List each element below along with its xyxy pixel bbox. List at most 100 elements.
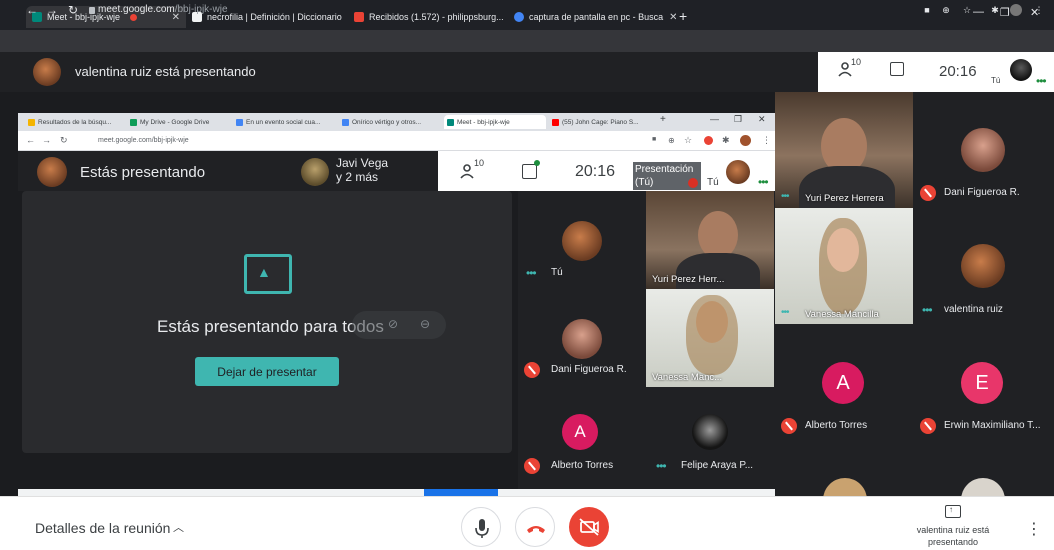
inner-presenter-avatar [37, 157, 67, 187]
inner-profile-icon[interactable] [740, 135, 751, 146]
participant-name: Alberto Torres [805, 420, 868, 431]
participant-avatar [562, 319, 602, 359]
inner-camera-icon[interactable]: ■ [652, 136, 656, 143]
inner-maximize-icon[interactable]: ❐ [734, 114, 742, 125]
inner-footer-button[interactable] [424, 489, 498, 496]
mute-icon[interactable]: ⊘ [388, 317, 398, 331]
meet-favicon-icon [447, 118, 454, 126]
inner-forward-icon[interactable]: → [42, 135, 51, 145]
inner-tab-label: Meet - bbj-ipjk-wje [457, 118, 510, 126]
inner-star-icon[interactable]: ☆ [684, 135, 692, 146]
participant-name: Vanessa Manc... [652, 372, 723, 383]
inner-chat-icon[interactable] [522, 164, 537, 179]
mic-off-icon [524, 458, 540, 474]
meeting-details-link[interactable]: Detalles de la reunión [35, 520, 170, 536]
inner-tab-label: My Drive - Google Drive [140, 118, 210, 126]
back-icon[interactable]: ← [26, 3, 38, 17]
inner-tab-youtube[interactable]: (55) John Cage: Piano S... [552, 115, 644, 129]
participant-video[interactable]: ••• Vanessa Mancilla [775, 208, 913, 324]
inner-self-avatar[interactable] [726, 160, 750, 184]
tab-search[interactable]: captura de pantalla en pc - Busca ✕ [508, 6, 676, 28]
inner-more-options-icon[interactable]: ••• [758, 175, 769, 189]
inner-tab-search[interactable]: Resultados de la búsqu... [28, 115, 124, 129]
presenter-status-label[interactable]: valentina ruiz está presentando [913, 524, 993, 548]
inner-kebab-icon[interactable]: ⋮ [762, 135, 771, 146]
inner-tab-label: Resultados de la búsqu... [38, 118, 112, 126]
participant-initial-avatar: E [961, 362, 1003, 404]
extensions-icon[interactable]: ✱ [990, 5, 1000, 15]
mic-off-icon [920, 418, 936, 434]
more-options-kebab-icon[interactable]: ⋮ [1026, 519, 1042, 539]
self-avatar[interactable] [1010, 59, 1032, 81]
inner-new-tab-icon[interactable]: + [660, 114, 666, 125]
close-tab-icon[interactable]: ✕ [663, 12, 676, 23]
presenting-message: Estás presentando para todos [157, 317, 384, 336]
minimize-icon[interactable]: — [973, 6, 984, 18]
camera-off-icon [579, 518, 599, 536]
tab-label: captura de pantalla en pc - Busca [529, 12, 664, 22]
participant-count: 10 [851, 57, 862, 67]
participant-name: Erwin Maximiliano T... [944, 420, 1041, 431]
chat-icon[interactable] [890, 62, 904, 76]
meeting-time: 20:16 [939, 63, 977, 80]
more-options-icon[interactable]: ••• [656, 459, 667, 473]
url-host: meet.google.com [98, 4, 175, 15]
inner-close-icon[interactable]: ✕ [758, 114, 766, 125]
more-options-icon[interactable]: ••• [781, 307, 789, 318]
mic-off-icon [524, 362, 540, 378]
reload-icon[interactable]: ↻ [68, 3, 78, 17]
inner-tab-drive[interactable]: My Drive - Google Drive [130, 115, 230, 129]
inner-participant-count: 10 [474, 158, 485, 168]
inner-bottom-strip [18, 489, 775, 496]
inner-extension-icon[interactable] [704, 136, 713, 145]
youtube-favicon-icon [552, 118, 559, 126]
inner-meeting-time: 20:16 [575, 163, 616, 180]
close-tab-icon[interactable]: ✕ [504, 12, 506, 23]
participant-video[interactable]: ••• Yuri Perez Herrera [775, 92, 913, 208]
zoom-icon[interactable]: ⊕ [941, 5, 951, 15]
inner-minimize-icon[interactable]: — [710, 114, 719, 124]
participant-video[interactable]: Yuri Perez Herr... [646, 191, 774, 289]
inner-tab-docs1[interactable]: En un evento social cua... [236, 115, 334, 129]
mic-off-icon [920, 185, 936, 201]
close-tab-icon[interactable]: ✕ [342, 12, 346, 23]
profile-icon[interactable] [1010, 4, 1022, 16]
more-options-icon[interactable]: ••• [526, 266, 537, 280]
camera-indicator-icon[interactable]: ■ [922, 5, 932, 15]
hang-up-button[interactable] [515, 507, 555, 547]
more-options-icon[interactable]: ••• [922, 303, 933, 317]
maximize-icon[interactable]: ❐ [1000, 6, 1010, 19]
url-path: /bbj-ipjk-wje [174, 4, 228, 15]
url-field[interactable]: meet.google.com/bbj-ipjk-wje [98, 4, 228, 15]
participant-avatar [961, 244, 1005, 288]
chevron-up-icon[interactable]: ︿ [173, 519, 184, 535]
more-options-icon[interactable]: ••• [781, 191, 789, 202]
forward-icon[interactable]: → [46, 3, 58, 17]
participant-video[interactable]: Vanessa Manc... [646, 289, 774, 387]
camera-button[interactable] [569, 507, 609, 547]
inner-puzzle-icon[interactable]: ✱ [722, 135, 730, 146]
participant-name: Yuri Perez Herr... [652, 274, 725, 285]
inner-url-field[interactable]: meet.google.com/bbj-ipjk-wje [98, 137, 189, 144]
javi-name: Javi Vega [336, 156, 389, 170]
more-options-icon[interactable]: ••• [1036, 74, 1047, 88]
up-arrow-icon: ▲ [257, 264, 271, 280]
participant-initial-avatar: A [562, 414, 598, 450]
inner-tab-docs2[interactable]: Onírico vértigo y otros... [342, 115, 440, 129]
inner-tab-meet[interactable]: Meet - bbj-ipjk-wje [444, 115, 546, 129]
inner-tab-label: Onírico vértigo y otros... [352, 118, 421, 126]
inner-zoom-icon[interactable]: ⊕ [668, 136, 675, 145]
bookmark-star-icon[interactable]: ☆ [962, 5, 972, 15]
tab-gmail[interactable]: Recibidos (1.572) - philippsburg... ✕ [348, 6, 506, 28]
participant-avatar [562, 221, 602, 261]
remove-icon[interactable]: ⊖ [420, 317, 430, 331]
present-now-icon[interactable] [945, 505, 961, 518]
inner-back-icon[interactable]: ← [26, 135, 35, 145]
menu-kebab-icon[interactable]: ⋮ [1034, 5, 1044, 15]
stop-presenting-button[interactable]: Dejar de presentar [195, 357, 339, 386]
presenter-status: valentina ruiz está presentando [75, 64, 256, 79]
new-tab-icon[interactable]: + [679, 8, 687, 24]
inner-tab-label: En un evento social cua... [246, 118, 321, 126]
microphone-button[interactable] [461, 507, 501, 547]
inner-reload-icon[interactable]: ↻ [60, 135, 68, 146]
